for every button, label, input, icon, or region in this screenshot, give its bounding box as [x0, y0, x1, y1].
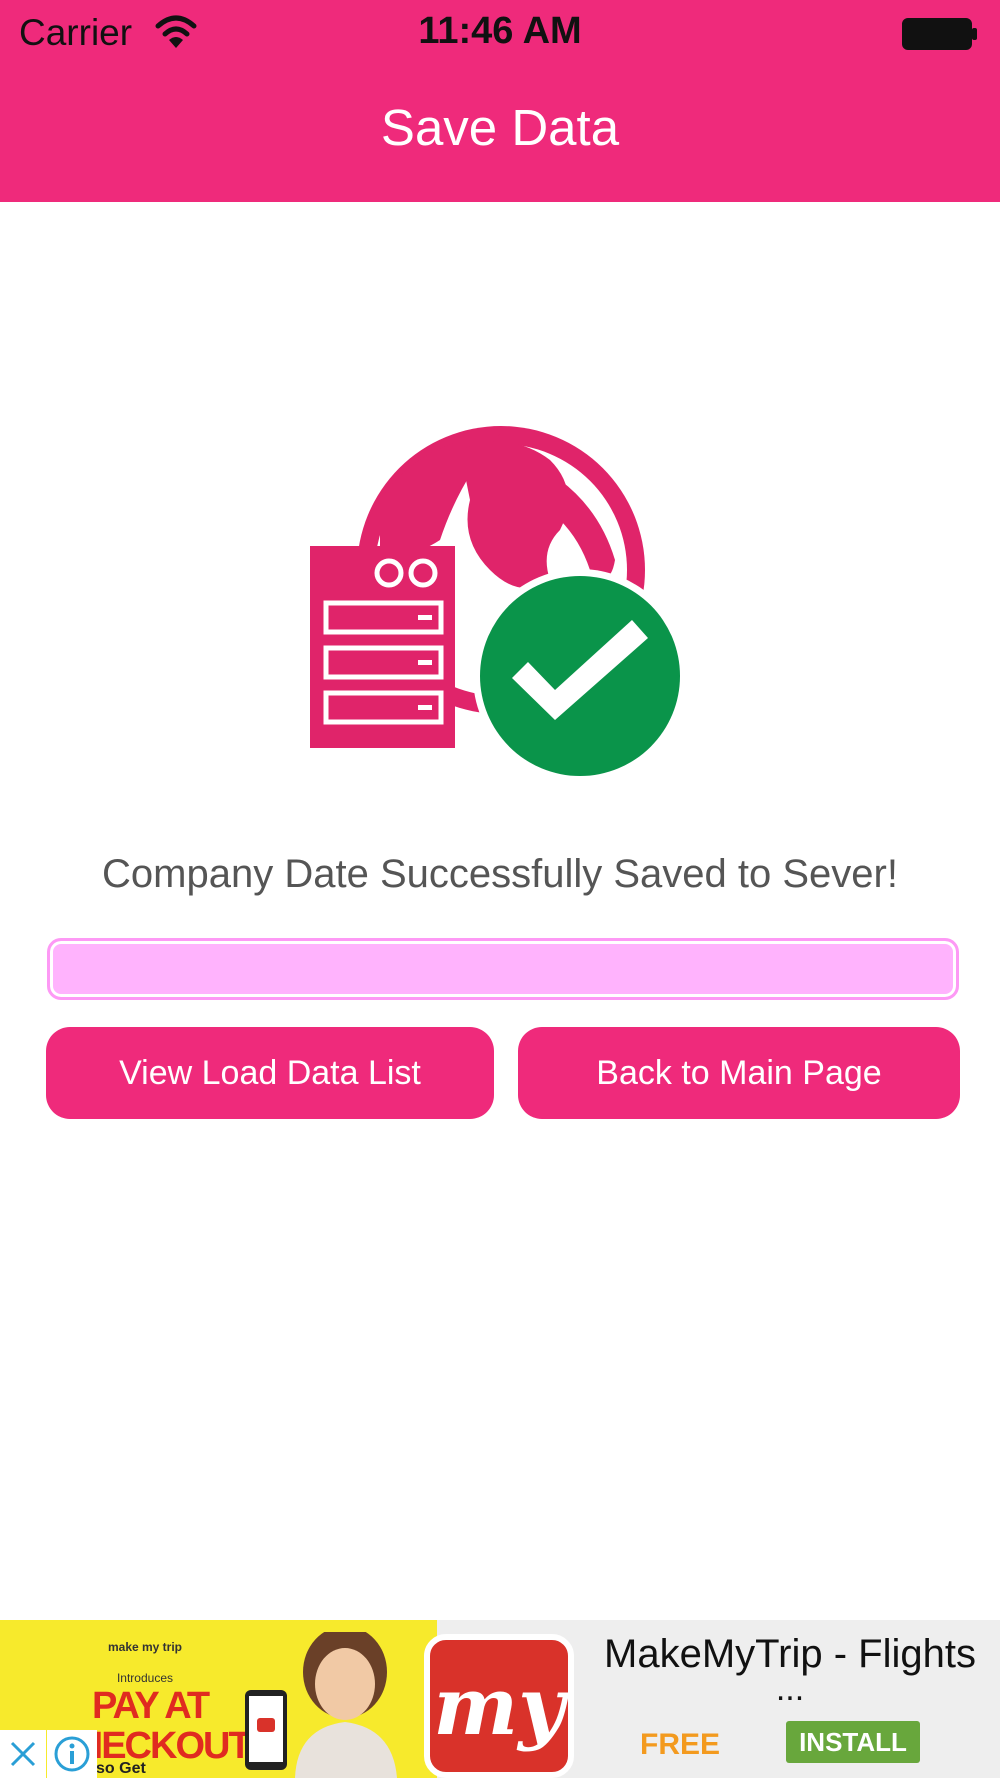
top-bar: Carrier 11:46 AM Save Data [0, 0, 1000, 202]
view-load-data-list-button[interactable]: View Load Data List [46, 1027, 494, 1119]
ad-person-image [245, 1632, 397, 1778]
back-to-main-page-button[interactable]: Back to Main Page [518, 1027, 960, 1119]
ad-promo-brand: make my trip [107, 1640, 183, 1654]
ad-promo-intro: Introduces [116, 1671, 174, 1685]
status-text-field[interactable] [47, 938, 959, 1000]
status-bar: Carrier 11:46 AM [0, 0, 1000, 66]
close-icon [10, 1741, 36, 1767]
ad-app-logo[interactable]: my [424, 1634, 574, 1778]
ad-banner[interactable]: make my trip Introduces PAY AT CHECKOUT … [0, 1620, 1000, 1778]
page-title: Save Data [380, 99, 620, 156]
ad-promo-sub: Also Get [80, 1760, 146, 1777]
ad-title-ellipsis: ... [775, 1670, 805, 1708]
ad-price: FREE [640, 1728, 721, 1761]
ad-promo-image[interactable]: make my trip Introduces PAY AT CHECKOUT … [0, 1620, 437, 1778]
ad-logo-text: my [433, 1659, 565, 1753]
server-globe-check-icon [310, 426, 687, 783]
ad-info-button[interactable] [47, 1730, 97, 1778]
success-message: Company Date Successfully Saved to Sever… [102, 852, 898, 896]
info-icon [54, 1736, 90, 1772]
battery-icon [902, 18, 977, 50]
ad-close-button[interactable] [0, 1730, 46, 1778]
status-time: 11:46 AM [418, 10, 582, 52]
ad-install-button[interactable]: INSTALL [786, 1721, 920, 1763]
